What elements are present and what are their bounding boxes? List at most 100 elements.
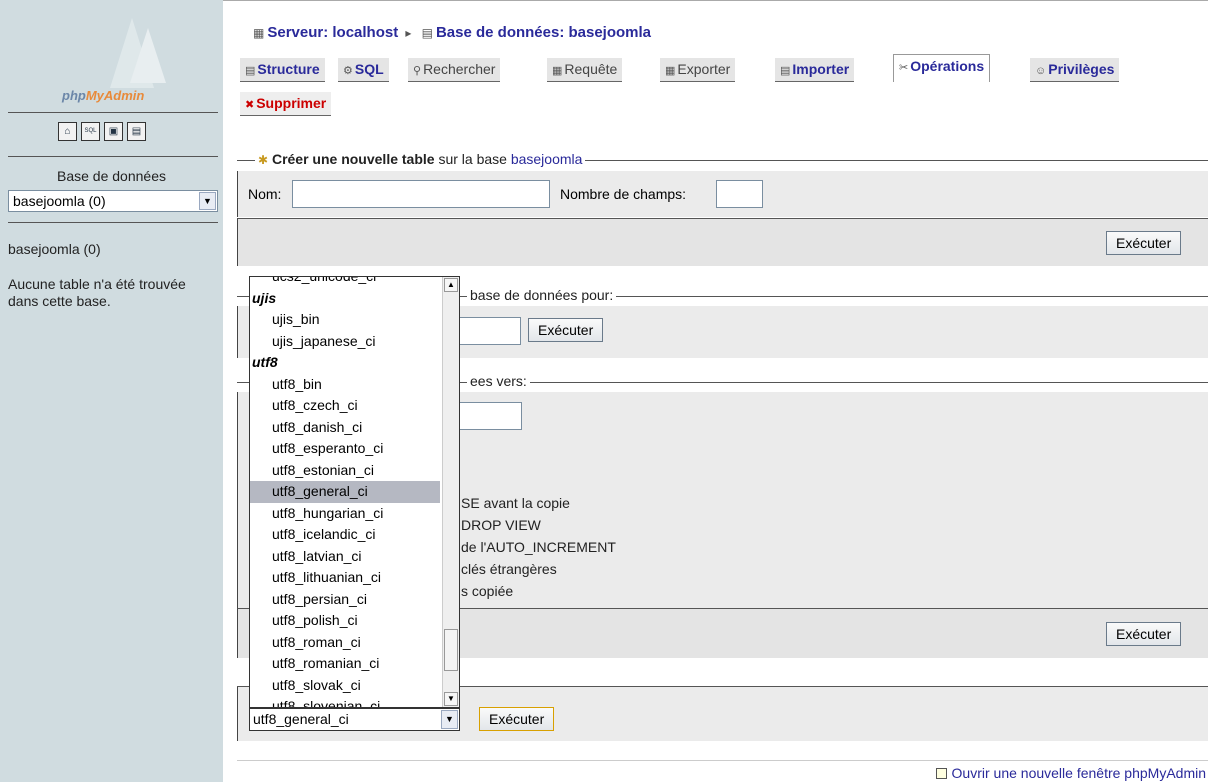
chevron-down-icon[interactable]: ▼ [441,710,458,729]
database-name-link[interactable]: basejoomla (0) [8,241,101,257]
tab-exporter: ▦ Exporter [660,58,736,82]
new-window-label: Ouvrir une nouvelle fenêtre phpMyAdmin [951,765,1206,781]
create-table-panel: Nom: Nombre de champs: [237,171,1208,217]
logo-text: phpMyAdmin [62,88,144,103]
breadcrumb: ▦ Serveur: localhost ▸ ▤ Base de données: … [250,24,651,41]
sidebar-divider [8,112,218,113]
collation-option[interactable]: utf8_danish_ci [250,417,440,439]
rename-db-legend: base de données pour: [467,287,617,303]
tab-exporter-label: Exporter [677,61,731,77]
create-table-legend: ✱ Créer une nouvelle table sur la base b… [255,151,586,167]
collation-option[interactable]: utf8_lithuanian_ci [250,567,440,589]
collation-option[interactable]: utf8_slovak_ci [250,675,440,697]
tab-requete-label: Requête [564,61,618,77]
tab-sql[interactable]: ⚙ SQL [338,58,389,82]
tab-requete: ▦ Requête [547,58,623,82]
collation-option[interactable]: utf8_general_ci [250,481,440,503]
copy-db-submit-button[interactable]: Exécuter [1106,622,1182,646]
new-window-link[interactable]: Ouvrir une nouvelle fenêtre phpMyAdmin [935,765,1206,781]
structure-icon: ▤ [245,65,256,77]
database-icon: ▤ [421,26,433,40]
database-select[interactable]: basejoomla (0) ▼ [8,190,218,212]
create-table-submit-button[interactable]: Exécuter [1106,231,1182,255]
collation-option[interactable]: utf8_romanian_ci [250,653,440,675]
collation-dropdown-list[interactable]: ucs2_unicode_ci ujis ujis_bin ujis_japanese… [249,276,460,708]
new-window-icon [935,768,947,779]
privileges-icon: ☺ [1035,65,1047,77]
tab-privileges[interactable]: ☺ Privilèges [1030,58,1120,82]
no-table-message: Aucune table n'a été trouvée dans cette … [8,276,186,309]
collation-option[interactable]: utf8_bin [250,374,440,396]
copy-options-list: SE avant la copie DROP VIEW de l'AUTO_IN… [461,492,616,602]
export-icon: ▦ [665,65,676,77]
navigation-frame: phpMyAdmin ⌂ SQL ▣ ▤ Base de données bas… [0,0,223,782]
collation-option[interactable]: utf8_latvian_ci [250,546,440,568]
collation-option[interactable]: ujis_japanese_ci [250,331,440,353]
scrollbar-thumb[interactable] [444,629,458,671]
logo-sail-icon-2 [130,28,166,83]
tab-sql-label: SQL [354,61,384,77]
breadcrumb-database[interactable]: Base de données: basejoomla [436,24,651,41]
tab-privileges-label: Privilèges [1048,61,1115,77]
search-icon: ⚲ [413,65,422,77]
collation-option[interactable]: ujis_bin [250,309,440,331]
rename-db-submit-button[interactable]: Exécuter [528,318,604,342]
logo-text-php: php [62,88,86,103]
phpmyadmin-logo[interactable]: phpMyAdmin [10,18,210,108]
copy-option[interactable]: DROP VIEW [461,514,616,536]
collation-option-group: utf8 [252,354,278,370]
import-icon: ▤ [780,65,791,77]
tab-structure[interactable]: ▤ Structure [240,58,325,82]
server-icon: ▦ [253,26,265,40]
collation-select[interactable]: utf8_general_ci ▼ [249,708,460,731]
collation-option[interactable]: utf8_czech_ci [250,395,440,417]
collation-option-group: ujis [252,289,277,306]
collation-option[interactable]: utf8_icelandic_ci [250,524,440,546]
database-select-value: basejoomla (0) [13,193,106,209]
collation-option[interactable]: ucs2_unicode_ci [250,277,440,288]
sidebar-divider [8,156,218,157]
breadcrumb-separator-icon: ▸ [405,26,412,40]
home-icon[interactable]: ⌂ [58,122,77,141]
tab-importer-label: Importer [792,61,850,77]
sidebar-icon-bar: ⌂ SQL ▣ ▤ [58,122,146,141]
copy-option[interactable]: clés étrangères [461,558,616,580]
database-label: Base de données [57,168,166,184]
collation-option[interactable]: utf8_persian_ci [250,589,440,611]
create-table-db-link[interactable]: basejoomla [511,151,583,167]
collation-option[interactable]: utf8_estonian_ci [250,460,440,482]
sidebar-divider [8,222,218,223]
tab-supprimer[interactable]: ✖ Supprimer [240,92,332,116]
breadcrumb-server[interactable]: Serveur: localhost [267,24,398,41]
scroll-down-icon[interactable]: ▼ [444,692,458,706]
footer-divider [237,760,1208,761]
field-count-input[interactable] [716,180,763,208]
query-window-icon[interactable]: ▣ [104,122,123,141]
chevron-down-icon[interactable]: ▼ [199,192,216,210]
collation-submit-button[interactable]: Exécuter [479,707,555,731]
tab-operations-label: Opérations [910,58,985,74]
tab-supprimer-label: Supprimer [256,95,327,111]
collation-option[interactable]: utf8_roman_ci [250,632,440,654]
create-table-fieldset: ✱ Créer une nouvelle table sur la base b… [237,151,1208,167]
query-icon: ▦ [552,65,563,77]
collation-option[interactable]: utf8_esperanto_ci [250,438,440,460]
copy-option[interactable]: de l'AUTO_INCREMENT [461,536,616,558]
tab-importer[interactable]: ▤ Importer [775,58,855,82]
field-count-label: Nombre de champs: [560,186,687,202]
tab-operations[interactable]: ✂ Opérations [893,54,991,82]
sql-icon: ⚙ [343,65,353,77]
collation-option[interactable]: utf8_hungarian_ci [250,503,440,525]
sql-icon[interactable]: SQL [81,122,100,141]
table-name-label: Nom: [248,186,282,202]
scroll-up-icon[interactable]: ▲ [444,278,458,292]
collation-option[interactable]: utf8_slovenian_ci [250,696,440,707]
create-table-footer: Exécuter [237,218,1208,266]
new-table-icon: ✱ [258,153,269,167]
table-name-input[interactable] [292,180,550,208]
copy-option[interactable]: SE avant la copie [461,492,616,514]
collation-option[interactable]: utf8_polish_ci [250,610,440,632]
dropdown-scrollbar[interactable]: ▲ ▼ [442,277,459,707]
copy-option[interactable]: s copiée [461,580,616,602]
docs-icon[interactable]: ▤ [127,122,146,141]
